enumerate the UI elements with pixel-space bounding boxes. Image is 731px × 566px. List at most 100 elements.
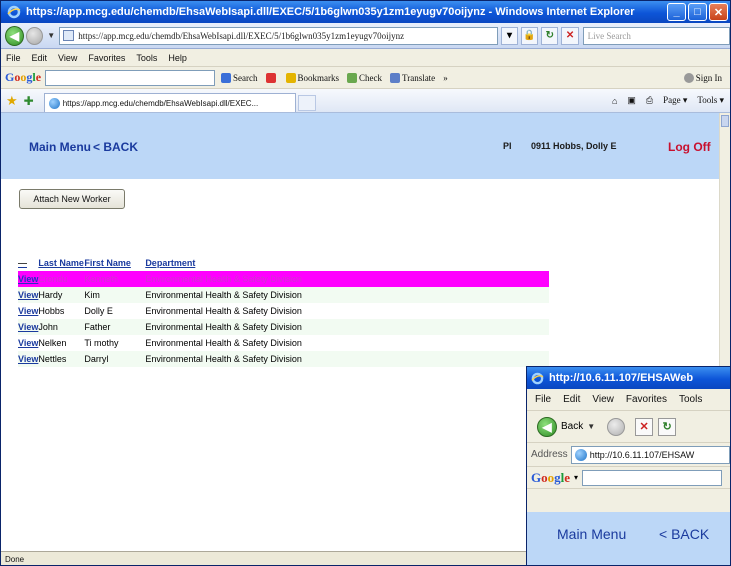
back-button-label[interactable]: Back [561, 421, 583, 432]
second-ie-window[interactable]: http://10.6.11.107/EHSAWeb File Edit Vie… [526, 366, 731, 566]
department-cell: Environmental Health & Safety Division [145, 290, 302, 300]
department-header[interactable]: Department [145, 255, 549, 271]
google-dropdown-icon[interactable]: ▾ [574, 473, 578, 482]
view-link[interactable]: View [18, 338, 38, 348]
department-cell: Environmental Health & Safety Division [145, 354, 302, 364]
address-bar: ◀ ▼ https://app.mcg.edu/chemdb/EhsaWebIs… [1, 23, 730, 49]
second-window-google-input[interactable] [582, 469, 723, 486]
more-button[interactable]: » [443, 73, 448, 83]
menu-edit[interactable]: Edit [563, 394, 580, 405]
main-menu-link[interactable]: Main Menu [29, 140, 91, 154]
menu-favorites[interactable]: Favorites [88, 53, 125, 63]
table-row[interactable]: View Nelken Ti mothy Environmental Healt… [18, 335, 549, 351]
menu-file[interactable]: File [535, 394, 551, 405]
back-button[interactable]: ◀ [5, 25, 25, 46]
search-icon [221, 72, 232, 83]
back-link[interactable]: < BACK [93, 140, 138, 154]
new-tab-button[interactable] [297, 94, 316, 111]
department-cell: Environmental Health & Safety Division [145, 338, 302, 348]
popup-blocker-button[interactable] [265, 72, 278, 83]
view-link[interactable]: View [18, 354, 38, 364]
view-link[interactable]: View [18, 322, 38, 332]
minimize-button[interactable]: _ [667, 3, 686, 21]
first-name-cell: Father [84, 322, 111, 332]
second-window-url-text: http://10.6.11.107/EHSAW [589, 449, 695, 460]
lock-icon[interactable]: 🔒 [521, 26, 539, 45]
second-window-main-menu-link[interactable]: Main Menu [557, 526, 626, 542]
google-logo[interactable]: Google [531, 470, 570, 486]
role-label: PI [503, 141, 512, 151]
home-icon[interactable]: ⌂ [612, 96, 617, 106]
url-text: https://app.mcg.edu/chemdb/EhsaWebIsapi.… [78, 30, 405, 41]
refresh-button[interactable]: ↻ [658, 417, 677, 436]
last-name-header[interactable]: Last Name [38, 255, 84, 271]
translate-icon [390, 72, 401, 83]
view-link[interactable]: View [18, 290, 38, 300]
tools-menu[interactable]: Tools ▾ [697, 95, 724, 106]
menu-view[interactable]: View [58, 53, 77, 63]
menu-file[interactable]: File [6, 53, 21, 63]
google-search-input[interactable] [45, 69, 216, 86]
last-name-cell: Hobbs [38, 306, 65, 316]
ie-page-icon [574, 448, 587, 461]
second-window-toolbar: ◀ Back ▼ ✕ ↻ [527, 411, 730, 443]
print-icon[interactable]: ⎙ [646, 95, 653, 106]
sign-in-button[interactable]: Sign In [683, 72, 722, 83]
menu-help[interactable]: Help [168, 53, 187, 63]
history-dropdown-icon[interactable]: ▼ [47, 31, 55, 40]
bookmarks-button[interactable]: Bookmarks [285, 72, 339, 83]
menu-tools[interactable]: Tools [679, 394, 702, 405]
google-logo[interactable]: Google [5, 70, 41, 85]
first-name-cell: Ti mothy [84, 338, 119, 348]
menu-tools[interactable]: Tools [136, 53, 157, 63]
scrollbar-thumb[interactable] [721, 115, 729, 127]
second-window-url-input[interactable]: http://10.6.11.107/EHSAW [570, 445, 730, 464]
second-window-title-bar[interactable]: http://10.6.11.107/EHSAWeb [527, 367, 730, 389]
tab-current[interactable]: https://app.mcg.edu/chemdb/EhsaWebIsapi.… [43, 92, 296, 112]
translate-button[interactable]: Translate [390, 72, 435, 83]
app-header: Main Menu < BACK PI 0911 Hobbs, Dolly E … [1, 113, 721, 179]
close-button[interactable]: ✕ [709, 3, 728, 21]
table-row[interactable]: View Hardy Kim Environmental Health & Sa… [18, 287, 549, 303]
refresh-button[interactable]: ↻ [541, 26, 559, 45]
stop-button[interactable]: ✕ [635, 417, 654, 436]
feeds-icon[interactable]: ▣ [627, 95, 636, 106]
menu-view[interactable]: View [592, 394, 614, 405]
back-arrow-icon[interactable]: ◀ [537, 416, 557, 437]
attach-new-worker-button[interactable]: Attach New Worker [19, 189, 125, 209]
ie-page-icon [48, 97, 60, 109]
back-dropdown-icon[interactable]: ▼ [587, 422, 595, 431]
log-off-link[interactable]: Log Off [668, 140, 711, 154]
first-name-cell: Kenneth [84, 274, 118, 284]
view-link[interactable]: View [18, 274, 38, 284]
google-search-button[interactable]: Search [221, 72, 258, 83]
page-menu[interactable]: Page ▾ [663, 95, 687, 106]
stop-button[interactable]: ✕ [561, 26, 579, 45]
status-text: Done [5, 555, 25, 564]
page-icon [63, 30, 75, 41]
maximize-button[interactable]: □ [688, 3, 707, 21]
table-row[interactable]: View John Father Environmental Health & … [18, 319, 549, 335]
menu-favorites[interactable]: Favorites [626, 394, 667, 405]
second-window-app-header: Main Menu < BACK [527, 512, 730, 565]
second-window-back-link[interactable]: < BACK [659, 526, 709, 542]
spellcheck-button[interactable]: Check [347, 72, 382, 83]
table-row[interactable]: View Nettles Darryl Environmental Health… [18, 351, 549, 367]
forward-button[interactable] [607, 417, 626, 436]
table-row[interactable]: View Erondu Kenneth Environmental Health… [18, 271, 549, 287]
first-name-header[interactable]: First Name [84, 255, 145, 271]
add-favorite-icon[interactable]: ✚ [24, 94, 34, 108]
view-link[interactable]: View [18, 306, 38, 316]
dash-header: — [18, 258, 27, 268]
forward-button[interactable] [26, 26, 44, 45]
table-row[interactable]: View Hobbs Dolly E Environmental Health … [18, 303, 549, 319]
url-input[interactable]: https://app.mcg.edu/chemdb/EhsaWebIsapi.… [59, 26, 498, 45]
second-window-google-toolbar: Google ▾ [527, 467, 730, 489]
department-cell: Environmental Health & Safety Division [145, 306, 302, 316]
favorites-star-icon[interactable]: ★ [6, 93, 18, 109]
live-search-input[interactable]: Live Search [582, 26, 730, 45]
menu-edit[interactable]: Edit [32, 53, 48, 63]
menu-bar: File Edit View Favorites Tools Help [1, 49, 730, 67]
department-cell: Environmental Health & Safety Division [145, 274, 302, 284]
url-dropdown-button[interactable]: ▾ [500, 26, 519, 45]
